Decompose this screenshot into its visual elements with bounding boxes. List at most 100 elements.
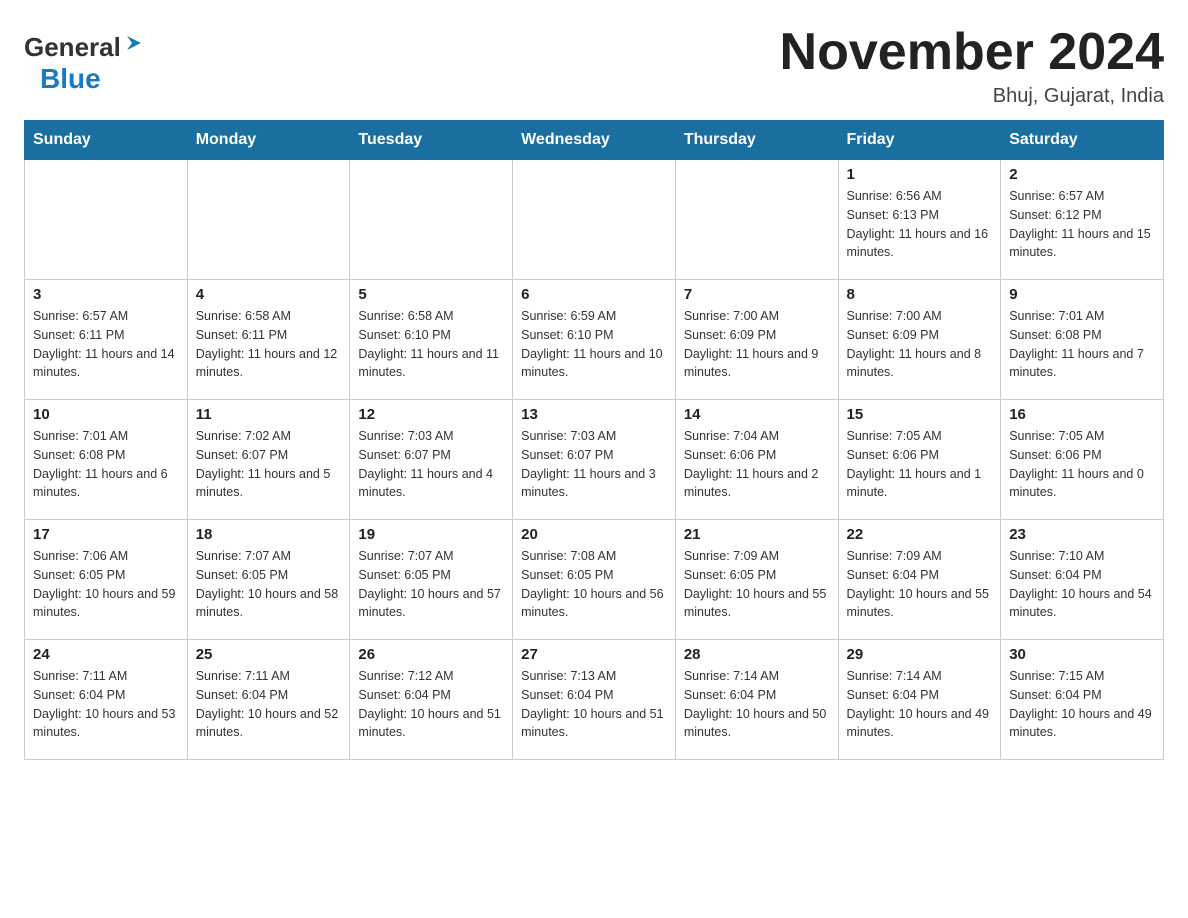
day-info: Sunrise: 7:13 AMSunset: 6:04 PMDaylight:… <box>521 667 667 742</box>
day-info: Sunrise: 6:57 AMSunset: 6:11 PMDaylight:… <box>33 307 179 382</box>
day-info: Sunrise: 7:08 AMSunset: 6:05 PMDaylight:… <box>521 547 667 622</box>
day-number: 4 <box>196 286 342 303</box>
day-info: Sunrise: 6:56 AMSunset: 6:13 PMDaylight:… <box>847 187 993 262</box>
calendar-cell: 24 Sunrise: 7:11 AMSunset: 6:04 PMDayligh… <box>25 640 188 760</box>
day-info: Sunrise: 7:01 AMSunset: 6:08 PMDaylight:… <box>1009 307 1155 382</box>
day-number: 27 <box>521 646 667 663</box>
calendar-cell: 11 Sunrise: 7:02 AMSunset: 6:07 PMDayligh… <box>187 400 350 520</box>
calendar-cell: 10 Sunrise: 7:01 AMSunset: 6:08 PMDayligh… <box>25 400 188 520</box>
calendar-cell: 1 Sunrise: 6:56 AMSunset: 6:13 PMDaylight… <box>838 160 1001 280</box>
day-number: 1 <box>847 166 993 183</box>
day-info: Sunrise: 7:14 AMSunset: 6:04 PMDaylight:… <box>684 667 830 742</box>
day-info: Sunrise: 7:05 AMSunset: 6:06 PMDaylight:… <box>847 427 993 502</box>
day-info: Sunrise: 7:05 AMSunset: 6:06 PMDaylight:… <box>1009 427 1155 502</box>
day-number: 25 <box>196 646 342 663</box>
calendar-cell: 5 Sunrise: 6:58 AMSunset: 6:10 PMDaylight… <box>350 280 513 400</box>
calendar-cell: 7 Sunrise: 7:00 AMSunset: 6:09 PMDaylight… <box>675 280 838 400</box>
weekday-header-friday: Friday <box>838 121 1001 160</box>
calendar-cell <box>25 160 188 280</box>
day-number: 29 <box>847 646 993 663</box>
calendar-cell: 30 Sunrise: 7:15 AMSunset: 6:04 PMDayligh… <box>1001 640 1164 760</box>
calendar-week-row: 17 Sunrise: 7:06 AMSunset: 6:05 PMDayligh… <box>25 520 1164 640</box>
calendar-cell: 25 Sunrise: 7:11 AMSunset: 6:04 PMDayligh… <box>187 640 350 760</box>
day-number: 23 <box>1009 526 1155 543</box>
day-number: 26 <box>358 646 504 663</box>
calendar-cell: 9 Sunrise: 7:01 AMSunset: 6:08 PMDaylight… <box>1001 280 1164 400</box>
title-block: November 2024 Bhuj, Gujarat, India <box>780 24 1164 108</box>
day-number: 16 <box>1009 406 1155 423</box>
day-number: 19 <box>358 526 504 543</box>
page-header: General Blue November 2024 Bhuj, Gujarat… <box>24 24 1164 108</box>
day-number: 3 <box>33 286 179 303</box>
day-info: Sunrise: 6:58 AMSunset: 6:11 PMDaylight:… <box>196 307 342 382</box>
weekday-header-tuesday: Tuesday <box>350 121 513 160</box>
calendar-cell: 22 Sunrise: 7:09 AMSunset: 6:04 PMDayligh… <box>838 520 1001 640</box>
logo-arrow-icon <box>123 32 145 59</box>
calendar-cell: 8Sunrise: 7:00 AMSunset: 6:09 PMDaylight… <box>838 280 1001 400</box>
day-number: 11 <box>196 406 342 423</box>
calendar-cell: 2 Sunrise: 6:57 AMSunset: 6:12 PMDaylight… <box>1001 160 1164 280</box>
day-number: 9 <box>1009 286 1155 303</box>
day-number: 14 <box>684 406 830 423</box>
calendar-cell: 26 Sunrise: 7:12 AMSunset: 6:04 PMDayligh… <box>350 640 513 760</box>
day-info: Sunrise: 7:03 AMSunset: 6:07 PMDaylight:… <box>358 427 504 502</box>
calendar-cell: 29Sunrise: 7:14 AMSunset: 6:04 PMDayligh… <box>838 640 1001 760</box>
calendar-cell: 4 Sunrise: 6:58 AMSunset: 6:11 PMDaylight… <box>187 280 350 400</box>
day-info: Sunrise: 7:00 AMSunset: 6:09 PMDaylight:… <box>684 307 830 382</box>
day-number: 18 <box>196 526 342 543</box>
logo-general-text: General <box>24 32 121 63</box>
day-info: Sunrise: 7:11 AMSunset: 6:04 PMDaylight:… <box>196 667 342 742</box>
weekday-header-saturday: Saturday <box>1001 121 1164 160</box>
day-info: Sunrise: 7:01 AMSunset: 6:08 PMDaylight:… <box>33 427 179 502</box>
calendar-cell: 20 Sunrise: 7:08 AMSunset: 6:05 PMDayligh… <box>513 520 676 640</box>
day-number: 15 <box>847 406 993 423</box>
day-info: Sunrise: 7:12 AMSunset: 6:04 PMDaylight:… <box>358 667 504 742</box>
calendar-cell: 15 Sunrise: 7:05 AMSunset: 6:06 PMDayligh… <box>838 400 1001 520</box>
day-number: 8 <box>847 286 993 303</box>
day-number: 2 <box>1009 166 1155 183</box>
day-number: 17 <box>33 526 179 543</box>
day-info: Sunrise: 6:59 AMSunset: 6:10 PMDaylight:… <box>521 307 667 382</box>
day-info: Sunrise: 7:15 AMSunset: 6:04 PMDaylight:… <box>1009 667 1155 742</box>
day-info: Sunrise: 7:06 AMSunset: 6:05 PMDaylight:… <box>33 547 179 622</box>
day-number: 7 <box>684 286 830 303</box>
logo: General Blue <box>24 32 145 95</box>
day-info: Sunrise: 7:09 AMSunset: 6:04 PMDaylight:… <box>847 547 993 622</box>
calendar-cell: 21Sunrise: 7:09 AMSunset: 6:05 PMDayligh… <box>675 520 838 640</box>
calendar-cell: 16 Sunrise: 7:05 AMSunset: 6:06 PMDayligh… <box>1001 400 1164 520</box>
day-number: 20 <box>521 526 667 543</box>
calendar-cell <box>187 160 350 280</box>
calendar-week-row: 1 Sunrise: 6:56 AMSunset: 6:13 PMDaylight… <box>25 160 1164 280</box>
month-title: November 2024 <box>780 24 1164 81</box>
calendar-cell: 28 Sunrise: 7:14 AMSunset: 6:04 PMDayligh… <box>675 640 838 760</box>
day-info: Sunrise: 6:58 AMSunset: 6:10 PMDaylight:… <box>358 307 504 382</box>
day-info: Sunrise: 7:07 AMSunset: 6:05 PMDaylight:… <box>196 547 342 622</box>
weekday-header-sunday: Sunday <box>25 121 188 160</box>
day-info: Sunrise: 7:09 AMSunset: 6:05 PMDaylight:… <box>684 547 830 622</box>
day-info: Sunrise: 7:02 AMSunset: 6:07 PMDaylight:… <box>196 427 342 502</box>
calendar-cell: 17 Sunrise: 7:06 AMSunset: 6:05 PMDayligh… <box>25 520 188 640</box>
day-number: 30 <box>1009 646 1155 663</box>
day-number: 10 <box>33 406 179 423</box>
day-info: Sunrise: 7:07 AMSunset: 6:05 PMDaylight:… <box>358 547 504 622</box>
calendar-cell: 6 Sunrise: 6:59 AMSunset: 6:10 PMDaylight… <box>513 280 676 400</box>
calendar-week-row: 10 Sunrise: 7:01 AMSunset: 6:08 PMDayligh… <box>25 400 1164 520</box>
weekday-header-wednesday: Wednesday <box>513 121 676 160</box>
calendar-cell <box>513 160 676 280</box>
day-number: 22 <box>847 526 993 543</box>
day-info: Sunrise: 7:04 AMSunset: 6:06 PMDaylight:… <box>684 427 830 502</box>
day-info: Sunrise: 6:57 AMSunset: 6:12 PMDaylight:… <box>1009 187 1155 262</box>
calendar-cell: 23Sunrise: 7:10 AMSunset: 6:04 PMDayligh… <box>1001 520 1164 640</box>
day-number: 28 <box>684 646 830 663</box>
calendar-cell <box>675 160 838 280</box>
location-text: Bhuj, Gujarat, India <box>780 85 1164 108</box>
calendar-cell: 19 Sunrise: 7:07 AMSunset: 6:05 PMDayligh… <box>350 520 513 640</box>
day-number: 24 <box>33 646 179 663</box>
day-number: 13 <box>521 406 667 423</box>
day-info: Sunrise: 7:11 AMSunset: 6:04 PMDaylight:… <box>33 667 179 742</box>
day-number: 6 <box>521 286 667 303</box>
day-info: Sunrise: 7:03 AMSunset: 6:07 PMDaylight:… <box>521 427 667 502</box>
calendar-cell: 14 Sunrise: 7:04 AMSunset: 6:06 PMDayligh… <box>675 400 838 520</box>
calendar-table: SundayMondayTuesdayWednesdayThursdayFrid… <box>24 120 1164 760</box>
day-number: 5 <box>358 286 504 303</box>
